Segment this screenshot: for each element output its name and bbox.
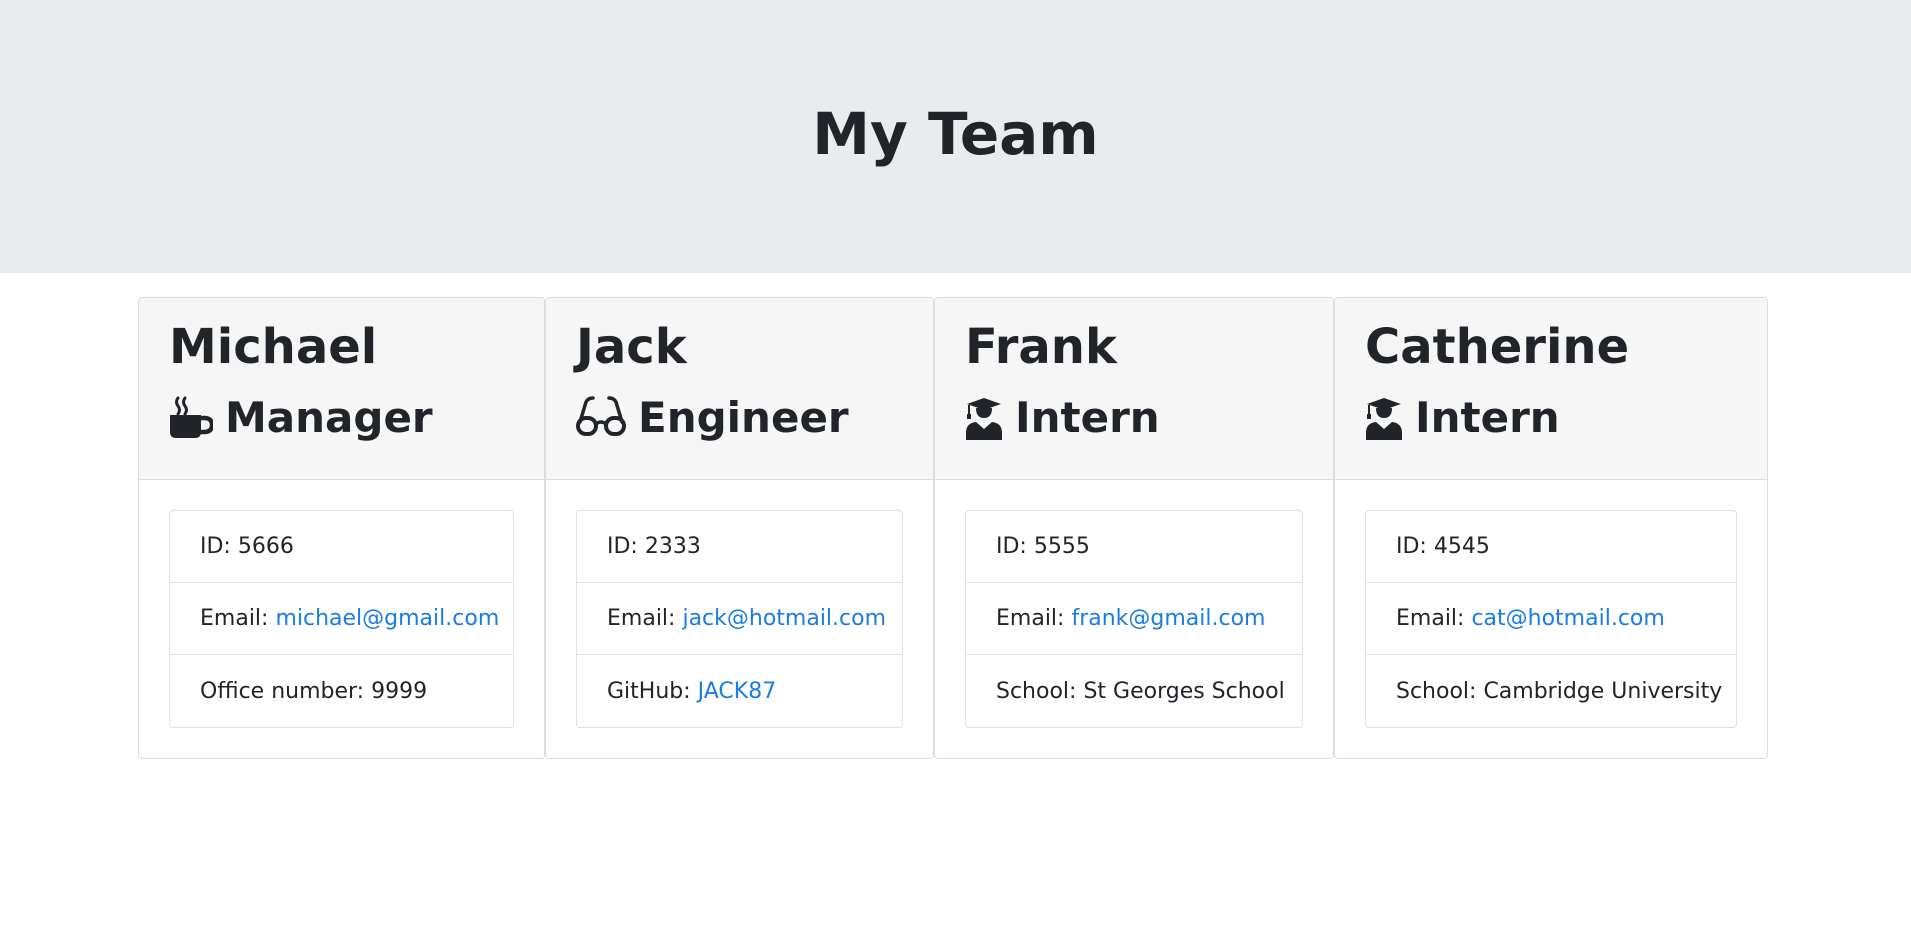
office-number-item: Office number: 9999 [170,655,513,727]
email-item: Email: frank@gmail.com [966,583,1302,655]
email-item: Email: jack@hotmail.com [577,583,902,655]
graduate-icon [965,396,1003,440]
card-header: Michael Manager [139,298,544,480]
id-item: ID: 5666 [170,511,513,583]
role-label: Intern [1415,393,1560,442]
member-name: Jack [576,319,687,375]
email-label: Email: [1396,606,1472,631]
id-text: ID: 4545 [1396,534,1490,559]
card-header: Jack Engineer [546,298,933,480]
email-link[interactable]: cat@hotmail.com [1471,606,1664,631]
email-link[interactable]: jack@hotmail.com [682,606,886,631]
email-label: Email: [200,606,276,631]
member-role: Manager [169,390,433,446]
role-label: Manager [225,393,433,442]
email-item: Email: cat@hotmail.com [1366,583,1736,655]
member-details-list: ID: 5666 Email: michael@gmail.com Office… [169,510,514,728]
school-item: School: St Georges School [966,655,1302,727]
member-name: Catherine [1365,319,1630,375]
email-label: Email: [607,606,683,631]
card-body: ID: 4545 Email: cat@hotmail.com School: … [1365,510,1737,728]
github-link[interactable]: JACK87 [698,679,777,704]
id-text: ID: 2333 [607,534,701,559]
office-number-text: Office number: 9999 [200,678,428,704]
email-label: Email: [996,606,1072,631]
email-link[interactable]: michael@gmail.com [275,606,499,631]
coffee-mug-icon [169,396,215,440]
card-header: Catherine Intern [1335,298,1767,480]
member-name: Michael [169,319,378,375]
school-item: School: Cambridge University [1366,655,1736,727]
page-title: My Team [812,100,1099,168]
graduate-icon [1365,396,1403,440]
id-item: ID: 5555 [966,511,1302,583]
school-text: School: St Georges School [996,678,1285,704]
member-details-list: ID: 2333 Email: jack@hotmail.com GitHub:… [576,510,903,728]
member-details-list: ID: 4545 Email: cat@hotmail.com School: … [1365,510,1737,728]
card-body: ID: 5666 Email: michael@gmail.com Office… [169,510,514,728]
team-member-card-engineer: Jack Engineer ID: 2333 Email: jack@hotma [545,297,934,759]
id-item: ID: 4545 [1366,511,1736,583]
member-role: Intern [965,390,1160,446]
glasses-icon [576,396,626,440]
member-role: Engineer [576,390,849,446]
team-member-card-intern: Catherine Intern ID: 4545 Email: cat@hot [1334,297,1768,759]
github-label: GitHub: [607,678,698,704]
card-body: ID: 2333 Email: jack@hotmail.com GitHub:… [576,510,903,728]
id-text: ID: 5555 [996,534,1090,559]
member-details-list: ID: 5555 Email: frank@gmail.com School: … [965,510,1303,728]
team-member-card-intern: Frank Intern ID: 5555 Email: frank@gmail [934,297,1334,759]
member-name: Frank [965,319,1117,375]
team-member-card-manager: Michael Manager ID: 5666 Email: michael@… [138,297,545,759]
card-body: ID: 5555 Email: frank@gmail.com School: … [965,510,1303,728]
github-item: GitHub: JACK87 [577,655,902,727]
card-header: Frank Intern [935,298,1333,480]
id-item: ID: 2333 [577,511,902,583]
header-banner: My Team [0,0,1911,273]
member-role: Intern [1365,390,1560,446]
school-text: School: Cambridge University [1396,678,1723,704]
email-item: Email: michael@gmail.com [170,583,513,655]
email-link[interactable]: frank@gmail.com [1071,606,1265,631]
id-text: ID: 5666 [200,534,294,559]
role-label: Intern [1015,393,1160,442]
role-label: Engineer [638,393,849,442]
